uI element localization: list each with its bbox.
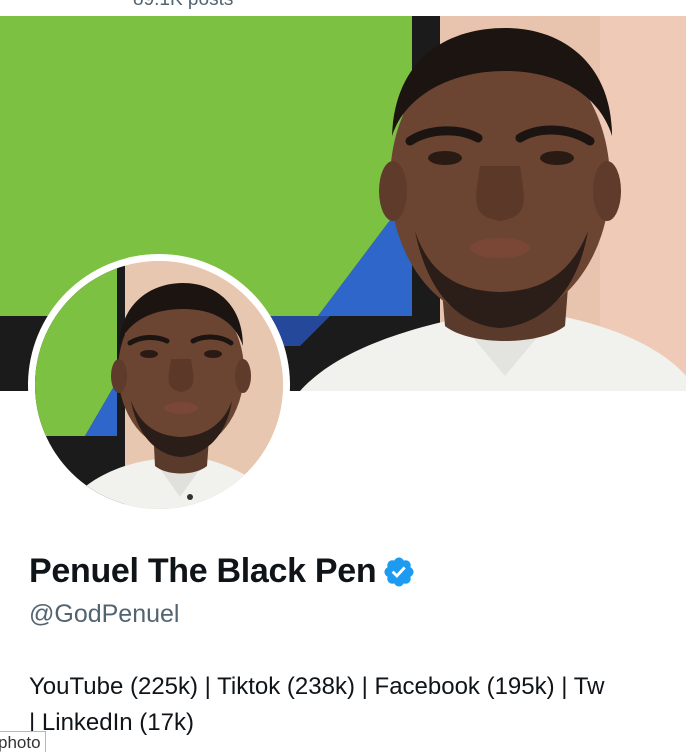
profile-bio: YouTube (225k) | Tiktok (238k) | Faceboo… bbox=[29, 669, 686, 741]
photo-overlay-label: photo bbox=[0, 731, 46, 752]
avatar-photo bbox=[35, 261, 283, 509]
profile-header-bar: 89.1K posts bbox=[0, 0, 686, 16]
bio-line: | LinkedIn (17k) bbox=[29, 709, 194, 736]
display-name: Penuel The Black Pen bbox=[29, 552, 377, 590]
avatar[interactable] bbox=[35, 261, 283, 509]
post-count: 89.1K posts bbox=[133, 0, 233, 11]
profile-page: 89.1K posts bbox=[0, 0, 686, 752]
user-handle: @GodPenuel bbox=[29, 600, 180, 628]
profile-name-row: Penuel The Black Pen bbox=[29, 552, 416, 591]
verified-badge-icon[interactable] bbox=[382, 555, 416, 589]
bio-line: YouTube (225k) | Tiktok (238k) | Faceboo… bbox=[29, 673, 605, 700]
